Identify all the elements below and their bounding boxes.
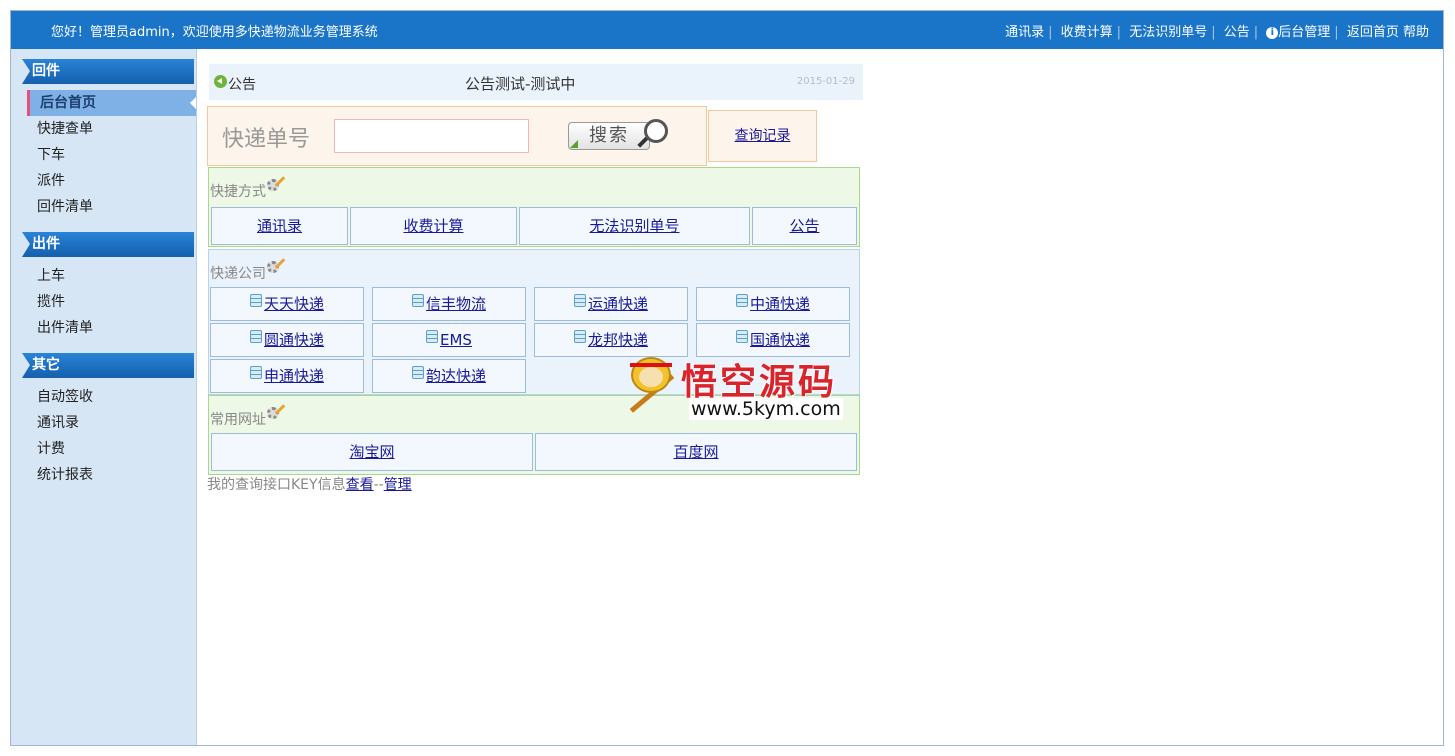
tracking-number-input[interactable] [334, 119, 529, 153]
notice-bar: 公告 公告测试-测试中 2015-01-29 [209, 64, 863, 100]
sidebar-item-pickup[interactable]: 揽件 [11, 289, 196, 315]
sidebar-item-dispatch[interactable]: 派件 [11, 168, 196, 194]
database-icon [426, 330, 439, 343]
sidebar-item-contacts[interactable]: 通讯录 [11, 410, 196, 436]
query-history-link[interactable]: 查询记录 [735, 128, 791, 144]
top-bar: 您好！管理员admin，欢迎使用多快递物流业务管理系统 通讯录 | 收费计算 | 无… [11, 11, 1443, 49]
tracking-number-label: 快递单号 [222, 127, 311, 152]
quick-link-notice: 公告 [752, 207, 857, 245]
sidebar-section-other[interactable]: 其它 [22, 353, 194, 378]
common-sites-title: 常用网址 [210, 404, 286, 429]
magnifier-icon [644, 119, 668, 143]
search-button[interactable]: 搜索 [568, 119, 672, 153]
courier-shentong: 申通快递 [210, 359, 364, 393]
database-icon [735, 294, 748, 307]
edit-gear-icon [266, 176, 286, 194]
api-key-separator: -- [373, 477, 384, 493]
site-link-taobao: 淘宝网 [211, 433, 533, 471]
courier-yuntong: 运通快递 [534, 287, 688, 321]
sidebar-section-returns[interactable]: 回件 [22, 59, 194, 84]
database-icon [411, 366, 424, 379]
query-history-box: 查询记录 [708, 110, 817, 162]
top-link-unknown-numbers[interactable]: 无法识别单号 [1129, 25, 1207, 40]
edit-gear-icon [266, 258, 286, 276]
notice-title[interactable]: 公告测试-测试中 [465, 73, 575, 94]
courier-xinfeng: 信丰物流 [372, 287, 526, 321]
sidebar-item-billing[interactable]: 计费 [11, 436, 196, 462]
database-icon [249, 330, 262, 343]
top-link-contacts[interactable]: 通讯录 [1005, 25, 1044, 40]
site-link-baidu: 百度网 [535, 433, 857, 471]
database-icon [249, 366, 262, 379]
courier-ems: EMS [372, 323, 526, 357]
database-icon [249, 294, 262, 307]
quick-link-fee-calc: 收费计算 [350, 207, 517, 245]
watermark-url: www.5kym.com [689, 398, 843, 420]
edit-gear-icon [266, 404, 286, 422]
tracking-search-box: 快递单号 搜索 [207, 106, 707, 166]
monkey-logo-icon [625, 357, 675, 415]
top-link-notice[interactable]: 公告 [1224, 25, 1250, 40]
sidebar-item-auto-sign[interactable]: 自动签收 [11, 384, 196, 410]
top-link-help[interactable]: 帮助 [1403, 25, 1429, 40]
database-icon [573, 330, 586, 343]
sidebar: 回件 后台首页 快捷查单 下车 派件 回件清单 出件 上车 揽件 出件清单 其它… [11, 49, 197, 745]
api-key-label: 我的查询接口KEY信息 [207, 477, 346, 493]
courier-yunda: 韵达快递 [372, 359, 526, 393]
courier-zhongtong: 中通快递 [696, 287, 850, 321]
sidebar-item-return-list[interactable]: 回件清单 [11, 194, 196, 220]
sidebar-item-load[interactable]: 上车 [11, 263, 196, 289]
database-icon [573, 294, 586, 307]
courier-yuantong: 圆通快递 [210, 323, 364, 357]
watermark: 悟空源码 www.5kym.com [623, 351, 855, 423]
quick-link-contacts: 通讯录 [211, 207, 348, 245]
database-icon [735, 330, 748, 343]
corner-triangle-icon [570, 140, 578, 148]
api-key-info: 我的查询接口KEY信息查看--管理 [207, 474, 412, 494]
sidebar-section-outgoing[interactable]: 出件 [22, 232, 194, 257]
notice-label: 公告 [228, 77, 256, 93]
quick-link-unknown-numbers: 无法识别单号 [519, 207, 750, 245]
courier-tiantian: 天天快递 [210, 287, 364, 321]
api-key-view-link[interactable]: 查看 [346, 477, 374, 493]
sidebar-item-reports[interactable]: 统计报表 [11, 462, 196, 488]
arrow-bullet-icon [214, 75, 227, 88]
sidebar-item-unload[interactable]: 下车 [11, 142, 196, 168]
sidebar-item-admin-home[interactable]: 后台首页 [27, 90, 196, 116]
couriers-title: 快递公司 [210, 258, 286, 283]
top-link-admin[interactable]: 后台管理 [1278, 25, 1330, 40]
quick-links-panel: 快捷方式 通讯录 收费计算 无法识别单号 公告 [208, 167, 860, 247]
top-link-fee-calc[interactable]: 收费计算 [1061, 25, 1113, 40]
info-icon: i [1266, 27, 1279, 39]
top-link-home[interactable]: 返回首页 [1347, 25, 1399, 40]
database-icon [411, 294, 424, 307]
notice-date: 2015-01-29 [796, 76, 855, 87]
app-window: 您好！管理员admin，欢迎使用多快递物流业务管理系统 通讯录 | 收费计算 | 无… [10, 10, 1444, 746]
quick-links-title: 快捷方式 [210, 176, 286, 201]
sidebar-item-quick-query[interactable]: 快捷查单 [11, 116, 196, 142]
welcome-text: 您好！管理员admin，欢迎使用多快递物流业务管理系统 [51, 25, 378, 40]
sidebar-item-outgoing-list[interactable]: 出件清单 [11, 315, 196, 341]
api-key-manage-link[interactable]: 管理 [384, 477, 412, 493]
top-nav: 通讯录 | 收费计算 | 无法识别单号 | 公告 | i 后台管理 | 返回首页 帮助 [1005, 25, 1429, 40]
